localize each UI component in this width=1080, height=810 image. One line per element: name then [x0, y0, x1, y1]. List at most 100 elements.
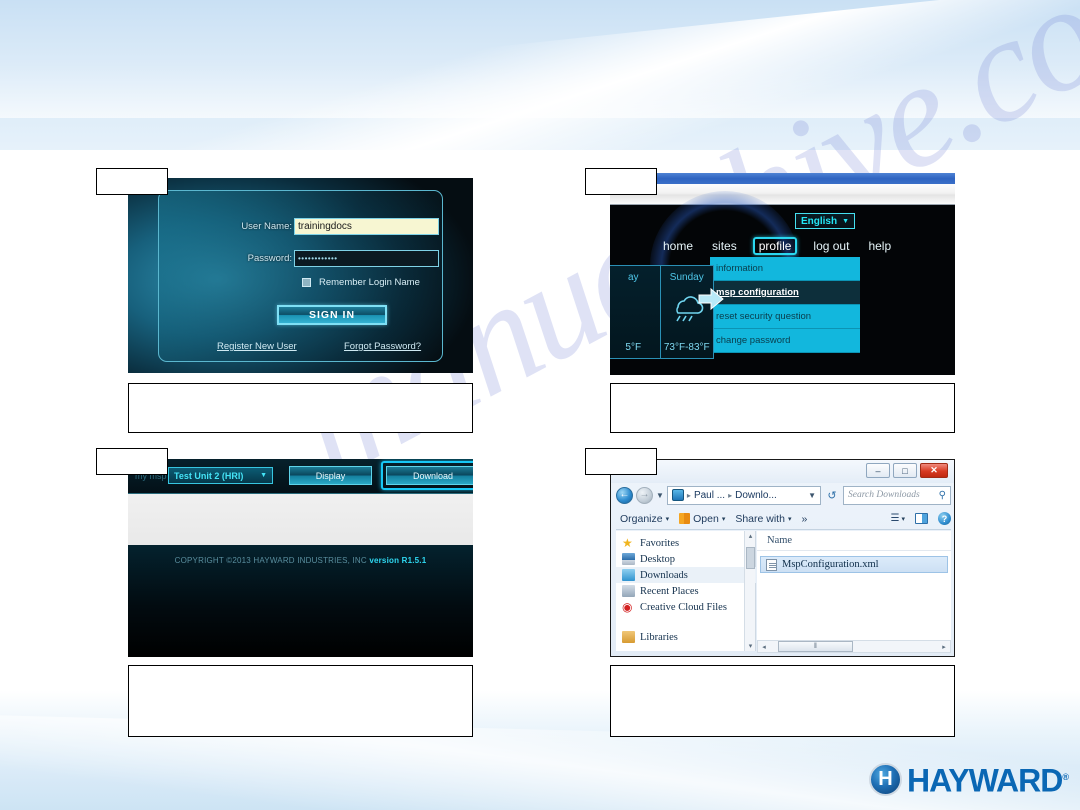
- breadcrumb[interactable]: ▸ Paul ... ▸ Downlo... ▼: [666, 485, 821, 505]
- search-input[interactable]: Search Downloads ⚲: [843, 485, 951, 505]
- star-icon: ★: [622, 536, 633, 550]
- step-badge-1: [96, 168, 168, 195]
- chevron-down-icon: ▼: [842, 217, 850, 225]
- download-button[interactable]: Download: [386, 466, 473, 485]
- breadcrumb-separator-2: ▸: [728, 490, 733, 500]
- preview-pane-icon[interactable]: [915, 513, 928, 524]
- forgot-password-link[interactable]: Forgot Password?: [344, 341, 421, 352]
- step-caption-3: [128, 665, 473, 737]
- explorer-file-list: Name MspConfiguration.xml: [757, 531, 951, 651]
- history-chevron-down-icon[interactable]: ▼: [656, 491, 664, 500]
- copyright-text: COPYRIGHT ©2013 HAYWARD INDUSTRIES, INC …: [128, 556, 473, 565]
- username-input[interactable]: trainingdocs: [294, 218, 439, 235]
- registered-trademark-icon: ®: [1062, 772, 1069, 783]
- site-navbar: home sites profile log out help: [660, 237, 910, 255]
- password-input[interactable]: ••••••••••••: [294, 250, 439, 267]
- step-badge-2: [585, 168, 657, 195]
- display-button[interactable]: Display: [289, 466, 372, 485]
- nav-item-profile[interactable]: profile: [752, 237, 798, 255]
- forward-button-icon[interactable]: →: [636, 486, 653, 504]
- open-with-icon: [679, 513, 691, 524]
- open-button[interactable]: Open ▾: [679, 513, 725, 525]
- chevron-down-icon: ▾: [787, 515, 792, 523]
- register-new-user-link[interactable]: Register New User: [217, 341, 297, 352]
- hscroll-left-icon[interactable]: ◂: [758, 643, 770, 651]
- language-select[interactable]: English ▼: [795, 213, 855, 229]
- scrollbar-thumb[interactable]: [746, 547, 755, 569]
- unit-select[interactable]: Test Unit 2 (HRI) ▼: [168, 467, 273, 484]
- weather-temp-sunday: 73°F-83°F: [663, 342, 710, 353]
- hscroll-right-icon[interactable]: ▸: [938, 643, 950, 651]
- profile-menu-screenshot-panel: English ▼ home sites profile log out hel…: [610, 173, 955, 375]
- hscroll-thumb[interactable]: ‖: [778, 641, 853, 652]
- organize-label: Organize: [620, 512, 663, 525]
- remember-login-label: Remember Login Name: [319, 277, 420, 288]
- chevron-down-icon[interactable]: ▼: [808, 491, 816, 500]
- hscroll-track[interactable]: ‖: [770, 641, 938, 652]
- nav-pane-scrollbar[interactable]: ▴ ▾: [744, 531, 755, 651]
- nav-item-libraries[interactable]: Libraries: [622, 629, 755, 645]
- hayward-logo-mark: H: [868, 763, 902, 797]
- msp-download-screenshot-panel: my msp Test Unit 2 (HRI) ▼ Display Downl…: [128, 459, 473, 657]
- list-view-icon: ☰: [890, 513, 900, 524]
- scroll-up-icon[interactable]: ▴: [746, 532, 755, 540]
- refresh-icon[interactable]: ↺: [824, 489, 840, 502]
- msp-toolbar: my msp Test Unit 2 (HRI) ▼ Display Downl…: [128, 459, 473, 493]
- copyright-label: COPYRIGHT ©2013 HAYWARD INDUSTRIES, INC: [174, 556, 367, 565]
- menu-item-information[interactable]: information: [710, 257, 860, 281]
- msp-site-area: English ▼ home sites profile log out hel…: [610, 191, 955, 375]
- nav-item-home[interactable]: home: [660, 238, 696, 254]
- language-select-value: English: [800, 215, 838, 227]
- step-badge-4: [585, 448, 657, 475]
- recent-places-icon: [622, 585, 635, 597]
- explorer-navigation-pane: ★ Favorites Desktop Downloads Recent Pla…: [616, 531, 756, 651]
- remember-login-checkbox[interactable]: [302, 278, 311, 287]
- callout-arrow-icon: [698, 287, 724, 315]
- weather-day-sunday: Sunday: [669, 272, 704, 283]
- organize-button[interactable]: Organize ▾: [620, 513, 669, 525]
- list-item[interactable]: MspConfiguration.xml: [760, 556, 948, 573]
- maximize-icon[interactable]: □: [893, 463, 917, 478]
- menu-item-msp-configuration[interactable]: msp configuration: [710, 281, 860, 305]
- login-card: User Name: trainingdocs Password: ••••••…: [158, 190, 443, 362]
- msp-footer: COPYRIGHT ©2013 HAYWARD INDUSTRIES, INC …: [128, 545, 473, 657]
- minimize-icon[interactable]: –: [866, 463, 890, 478]
- unit-select-value: Test Unit 2 (HRI): [174, 470, 244, 481]
- change-view-button[interactable]: ☰ ▾: [891, 513, 905, 524]
- step-caption-2: [610, 383, 955, 433]
- sign-in-button[interactable]: SIGN IN: [277, 305, 387, 325]
- back-button-icon[interactable]: ←: [616, 486, 633, 504]
- nav-item-recent-places[interactable]: Recent Places: [622, 583, 755, 599]
- folder-icon: [671, 489, 684, 501]
- menu-item-reset-security-question[interactable]: reset security question: [710, 305, 860, 329]
- breadcrumb-item-downloads[interactable]: Downlo...: [735, 490, 777, 501]
- xml-file-icon: [766, 558, 777, 571]
- scroll-down-icon[interactable]: ▾: [746, 642, 755, 650]
- nav-item-downloads[interactable]: Downloads: [616, 567, 756, 583]
- nav-item-desktop[interactable]: Desktop: [622, 551, 755, 567]
- nav-item-help[interactable]: help: [865, 238, 894, 254]
- column-header-name[interactable]: Name: [757, 531, 951, 551]
- help-icon[interactable]: ?: [938, 512, 951, 525]
- close-icon[interactable]: ✕: [920, 463, 948, 478]
- hayward-logo: H HAYWARD®: [868, 761, 1069, 798]
- share-with-button[interactable]: Share with ▾: [735, 513, 791, 525]
- username-label: User Name:: [241, 221, 292, 232]
- nav-item-log-out[interactable]: log out: [810, 238, 852, 254]
- nav-item-sites[interactable]: sites: [709, 238, 740, 254]
- file-explorer-screenshot-panel: – □ ✕ ← → ▼ ▸ Paul ... ▸ Downlo... ▼ ↺ S…: [610, 459, 955, 657]
- creative-cloud-icon: ◉: [622, 600, 633, 614]
- search-icon: ⚲: [938, 489, 946, 501]
- breadcrumb-item-user[interactable]: Paul ...: [694, 490, 725, 501]
- menu-item-change-password[interactable]: change password: [710, 329, 860, 353]
- nav-item-creative-cloud-files[interactable]: ◉ Creative Cloud Files: [622, 599, 755, 615]
- step-caption-1: [128, 383, 473, 433]
- profile-dropdown-menu: information msp configuration reset secu…: [710, 257, 860, 353]
- nav-item-creative-cloud-label: Creative Cloud Files: [640, 601, 727, 613]
- file-list-horizontal-scrollbar[interactable]: ◂ ‖ ▸: [757, 640, 951, 653]
- more-commands-button[interactable]: »: [801, 513, 807, 525]
- download-button-highlight: Download: [381, 461, 473, 490]
- nav-item-downloads-label: Downloads: [640, 569, 688, 581]
- browser-title-bar: [610, 173, 955, 184]
- nav-item-favorites[interactable]: ★ Favorites: [622, 535, 755, 551]
